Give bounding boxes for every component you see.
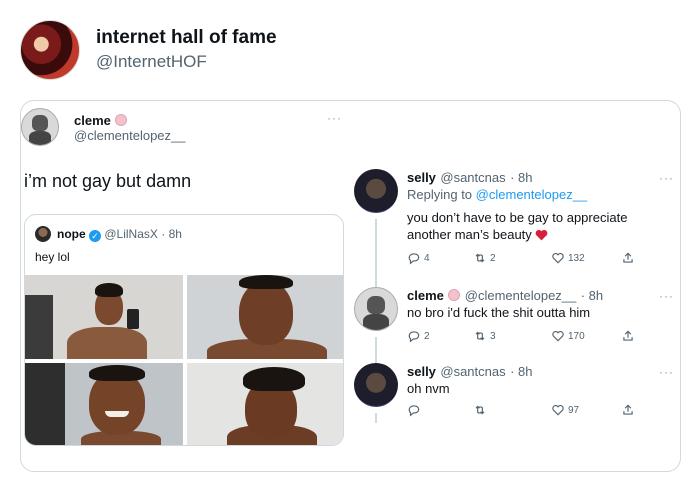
tweet-actions: 4 2 132 bbox=[407, 251, 635, 265]
author-name[interactable]: cleme bbox=[74, 113, 111, 128]
like-button[interactable]: 132 bbox=[551, 251, 621, 265]
tweet-actions: 97 bbox=[407, 403, 635, 417]
reply-icon bbox=[408, 405, 420, 417]
tweet-media-card[interactable]: cleme @clementelopez__ ··· i’m not gay b… bbox=[20, 100, 681, 472]
retweet-button[interactable]: 3 bbox=[473, 329, 551, 343]
photo[interactable] bbox=[25, 275, 183, 359]
timestamp: · 8h bbox=[510, 170, 533, 185]
author-handle: @LilNasX bbox=[104, 227, 158, 241]
more-icon[interactable]: ··· bbox=[659, 289, 674, 303]
like-count: 170 bbox=[568, 330, 585, 342]
reply-button[interactable]: 2 bbox=[407, 329, 473, 343]
photo[interactable] bbox=[25, 363, 183, 445]
retweet-count: 3 bbox=[490, 330, 496, 342]
reply-button[interactable] bbox=[407, 403, 473, 417]
tweet-text-content: you don’t have to be gay to appreciate a… bbox=[407, 210, 628, 242]
like-count: 97 bbox=[568, 404, 580, 416]
photo[interactable] bbox=[187, 363, 343, 445]
photo[interactable] bbox=[187, 275, 343, 359]
reply-count: 4 bbox=[424, 252, 430, 264]
author-handle[interactable]: @clementelopez__ bbox=[465, 288, 576, 303]
timestamp: · 8h bbox=[580, 288, 604, 303]
tweet-text: oh nvm bbox=[407, 381, 450, 396]
retweet-icon bbox=[475, 253, 485, 263]
tweet-text: you don’t have to be gay to appreciate a… bbox=[407, 209, 659, 243]
avatar[interactable] bbox=[354, 169, 398, 213]
tweet-text: i’m not gay but damn bbox=[24, 171, 192, 191]
tweet-text: no bro i'd fuck the shit outta him bbox=[407, 305, 591, 320]
more-icon[interactable]: ··· bbox=[659, 365, 674, 379]
red-heart-emoji-icon bbox=[536, 229, 548, 241]
tweet-text: hey lol bbox=[35, 250, 70, 264]
share-icon bbox=[623, 252, 633, 263]
share-icon bbox=[623, 330, 633, 341]
retweet-count: 2 bbox=[490, 252, 496, 264]
author-name[interactable]: cleme bbox=[407, 288, 444, 303]
author-name[interactable]: internet hall of fame bbox=[96, 27, 277, 49]
like-icon bbox=[552, 330, 564, 342]
more-icon[interactable]: ··· bbox=[327, 111, 342, 125]
author-handle[interactable]: @santcnas bbox=[440, 170, 505, 185]
avatar[interactable] bbox=[354, 363, 398, 407]
author-handle[interactable]: @InternetHOF bbox=[96, 52, 207, 72]
thread-line bbox=[375, 219, 377, 287]
reply-icon bbox=[408, 253, 420, 265]
thread-line bbox=[375, 337, 377, 363]
share-button[interactable] bbox=[621, 251, 635, 265]
timestamp: · 8h bbox=[161, 227, 182, 241]
share-icon bbox=[623, 404, 633, 415]
avatar[interactable] bbox=[21, 108, 59, 146]
replying-to: Replying to @clementelopez__ bbox=[407, 187, 587, 202]
thread-line bbox=[375, 413, 377, 423]
like-icon bbox=[552, 404, 564, 416]
like-button[interactable]: 97 bbox=[551, 403, 621, 417]
avatar bbox=[35, 226, 51, 242]
retweet-button[interactable] bbox=[473, 403, 551, 417]
share-button[interactable] bbox=[621, 403, 635, 417]
reply-count: 2 bbox=[424, 330, 430, 342]
timestamp: · 8h bbox=[510, 364, 533, 379]
reply-icon bbox=[408, 331, 420, 343]
author-handle[interactable]: @clementelopez__ bbox=[74, 128, 185, 143]
author-handle[interactable]: @santcnas bbox=[440, 364, 505, 379]
share-button[interactable] bbox=[621, 329, 635, 343]
badge-icon bbox=[448, 289, 461, 301]
main-tweet-header: cleme @clementelopez__ bbox=[74, 113, 185, 143]
replying-to-link[interactable]: @clementelopez__ bbox=[476, 187, 587, 202]
verified-icon: ✓ bbox=[89, 230, 102, 242]
tweet-header: cleme @clementelopez__ · 8h bbox=[407, 287, 603, 305]
like-button[interactable]: 170 bbox=[551, 329, 621, 343]
tweet-header: selly @santcnas · 8h bbox=[407, 363, 532, 381]
tweet-actions: 2 3 170 bbox=[407, 329, 635, 343]
replying-to-label: Replying to bbox=[407, 187, 473, 202]
author-name[interactable]: selly bbox=[407, 364, 436, 379]
retweet-icon bbox=[475, 331, 485, 341]
tweet-header: selly @santcnas · 8h bbox=[407, 169, 532, 187]
photo-grid bbox=[25, 275, 343, 445]
like-icon bbox=[552, 252, 564, 264]
badge-icon bbox=[115, 114, 128, 126]
retweet-button[interactable]: 2 bbox=[473, 251, 551, 265]
more-icon[interactable]: ··· bbox=[659, 171, 674, 185]
retweet-icon bbox=[475, 405, 485, 415]
author-name: nope bbox=[57, 227, 86, 241]
avatar[interactable] bbox=[354, 287, 398, 331]
like-count: 132 bbox=[568, 252, 585, 264]
reply-button[interactable]: 4 bbox=[407, 251, 473, 265]
quoted-tweet-header: nope ✓ @LilNasX · 8h bbox=[57, 227, 182, 242]
avatar[interactable] bbox=[20, 20, 80, 80]
quoted-tweet[interactable]: nope ✓ @LilNasX · 8h hey lol bbox=[24, 214, 344, 446]
author-name[interactable]: selly bbox=[407, 170, 436, 185]
